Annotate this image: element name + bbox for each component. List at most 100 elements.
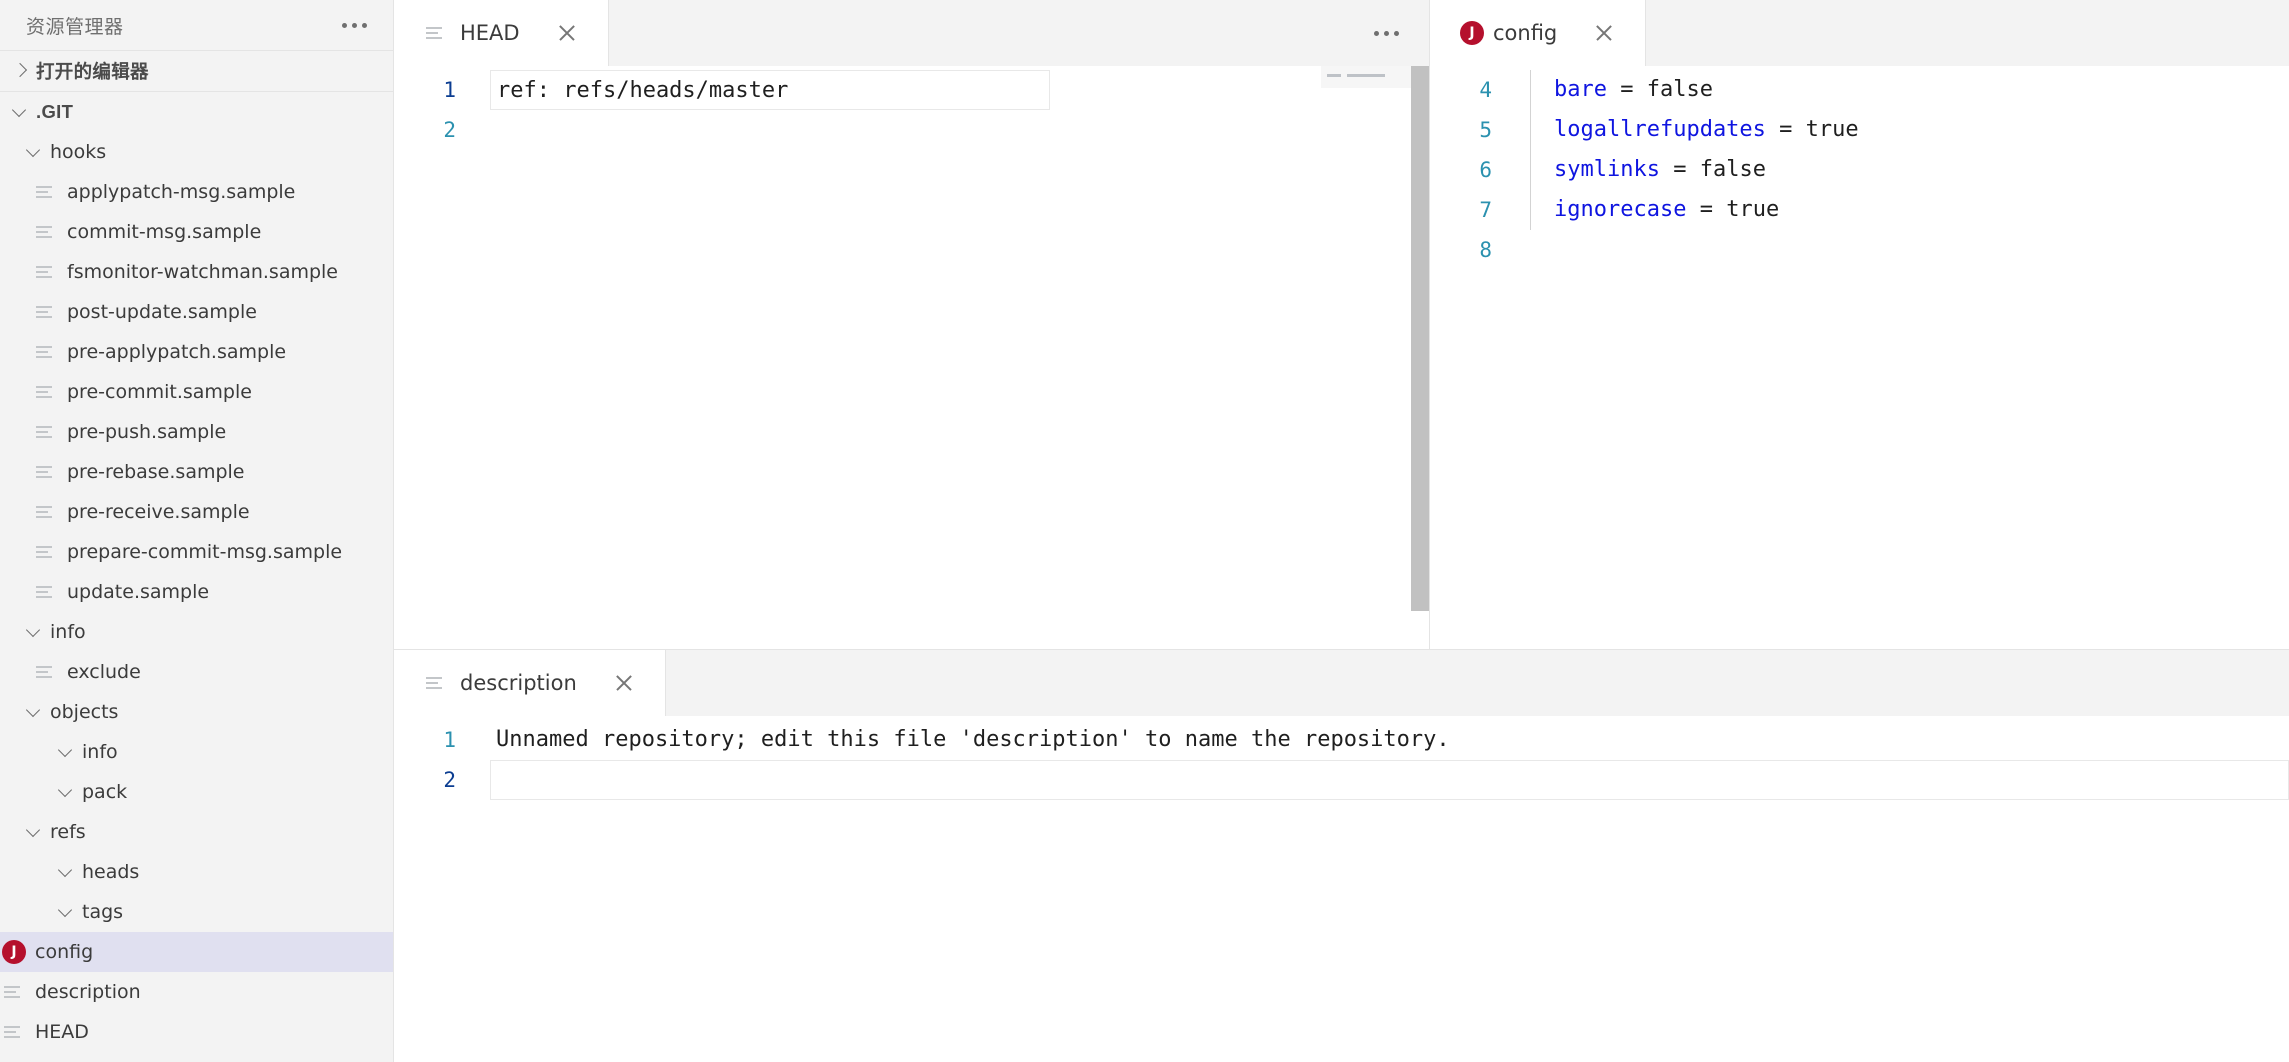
line-number: 2 — [443, 768, 456, 792]
chevron-right-icon — [8, 58, 34, 84]
code-line-text: bare = false — [1554, 70, 1713, 110]
file-lines-icon — [34, 220, 58, 244]
tree-file-row[interactable]: commit-msg.sample — [0, 212, 393, 252]
explorer-header: 资源管理器 — [0, 0, 393, 50]
sidebar-item-open-editors[interactable]: 打开的编辑器 — [0, 50, 393, 91]
file-lines-icon — [34, 660, 58, 684]
chevron-down-icon — [22, 819, 48, 845]
json-icon: J — [1460, 21, 1484, 45]
code-line: 6 symlinks = false — [1430, 150, 2289, 190]
file-lines-icon — [34, 500, 58, 524]
file-lines-icon — [424, 671, 448, 695]
sidebar-item-label: 打开的编辑器 — [36, 61, 149, 82]
tabbar-head: HEAD — [394, 0, 1429, 66]
config-equals: = — [1686, 197, 1727, 222]
sidebar-more-actions-icon[interactable] — [338, 17, 371, 34]
tab-head[interactable]: HEAD — [394, 0, 609, 66]
tree-folder-row[interactable]: hooks — [0, 132, 393, 172]
tree-file-row[interactable]: pre-commit.sample — [0, 372, 393, 412]
code-editor-description[interactable]: 1 Unnamed repository; edit this file 'des… — [394, 716, 2289, 1062]
tree-item-label: config — [35, 941, 94, 963]
editor-area: HEAD 1 ref: refs/heads/master 2 J config… — [394, 0, 2289, 1062]
sidebar-item-git-root[interactable]: .GIT — [0, 91, 393, 132]
editor-vertical-scrollbar[interactable] — [1411, 66, 1429, 649]
code-line-text: symlinks = false — [1554, 150, 1766, 190]
tree-file-row[interactable]: post-update.sample — [0, 292, 393, 332]
tree-file-row[interactable]: applypatch-msg.sample — [0, 172, 393, 212]
code-editor-config[interactable]: 4 bare = false 5 logallrefupdates = true 6 sy… — [1430, 66, 2289, 649]
json-icon: J — [2, 940, 26, 964]
chevron-down-icon — [22, 699, 48, 725]
vscode-window: 资源管理器 打开的编辑器 .GIT hooks applypatch-msg.sa… — [0, 0, 2289, 1062]
tree-item-label: pack — [82, 781, 128, 803]
file-lines-icon — [34, 460, 58, 484]
chevron-down-icon — [22, 619, 48, 645]
line-number: 4 — [1479, 78, 1492, 102]
config-key: symlinks — [1554, 157, 1660, 182]
close-icon[interactable] — [607, 666, 641, 700]
code-editor-head[interactable]: 1 ref: refs/heads/master 2 — [394, 66, 1429, 649]
tree-file-row[interactable]: update.sample — [0, 572, 393, 612]
file-lines-icon — [34, 420, 58, 444]
tree-file-row[interactable]: description — [0, 972, 393, 1012]
line-number: 7 — [1479, 198, 1492, 222]
tree-item-label: hooks — [50, 141, 107, 163]
tree-folder-row[interactable]: info — [0, 732, 393, 772]
tree-item-label: tags — [82, 901, 124, 923]
tree-folder-row[interactable]: tags — [0, 892, 393, 932]
tree-file-row[interactable]: pre-applypatch.sample — [0, 332, 393, 372]
tree-file-row[interactable]: prepare-commit-msg.sample — [0, 532, 393, 572]
config-value: true — [1726, 197, 1780, 222]
line-number: 5 — [1479, 118, 1492, 142]
tree-file-row[interactable]: pre-push.sample — [0, 412, 393, 452]
tree-item-label: HEAD — [35, 1021, 89, 1043]
close-icon[interactable] — [550, 16, 584, 50]
chevron-down-icon — [54, 859, 80, 885]
sidebar-item-label: .GIT — [36, 101, 74, 122]
tree-folder-row[interactable]: pack — [0, 772, 393, 812]
code-line: 5 logallrefupdates = true — [1430, 110, 2289, 150]
code-line: 2 — [394, 760, 2289, 800]
tree-item-label: update.sample — [67, 581, 210, 603]
code-line: 7 ignorecase = true — [1430, 190, 2289, 230]
tree-file-row[interactable]: exclude — [0, 652, 393, 692]
close-icon[interactable] — [1587, 16, 1621, 50]
tree-folder-row[interactable]: info — [0, 612, 393, 652]
code-line: 8 — [1430, 230, 2289, 270]
tree-item-label: applypatch-msg.sample — [67, 181, 296, 203]
tab-label: config — [1493, 21, 1558, 45]
tab-label: description — [460, 671, 577, 695]
tree-item-label: pre-commit.sample — [67, 381, 252, 403]
config-value: false — [1699, 157, 1766, 182]
editor-more-actions-icon[interactable] — [1370, 25, 1403, 42]
config-value: false — [1646, 77, 1713, 102]
editor-group-bottom: description 1 Unnamed repository; edit th… — [394, 649, 2289, 1062]
tree-folder-row[interactable]: objects — [0, 692, 393, 732]
file-lines-icon — [34, 180, 58, 204]
chevron-down-icon — [54, 899, 80, 925]
code-line: 1 Unnamed repository; edit this file 'des… — [394, 720, 2289, 760]
tree-folder-row[interactable]: heads — [0, 852, 393, 892]
tree-file-row[interactable]: pre-receive.sample — [0, 492, 393, 532]
code-line-text: ref: refs/heads/master — [490, 70, 1050, 110]
code-line: 1 ref: refs/heads/master — [394, 70, 1429, 110]
file-lines-icon — [2, 980, 26, 1004]
tabbar-description: description — [394, 650, 2289, 716]
editor-group-top: HEAD 1 ref: refs/heads/master 2 J config… — [394, 0, 2289, 649]
tree-item-label: pre-applypatch.sample — [67, 341, 287, 363]
tree-file-row[interactable]: Jconfig — [0, 932, 393, 972]
tree-item-label: refs — [50, 821, 86, 843]
tree-file-row[interactable]: fsmonitor-watchman.sample — [0, 252, 393, 292]
tree-file-row[interactable]: HEAD — [0, 1012, 393, 1052]
config-equals: = — [1765, 117, 1806, 142]
editor-pane-config: J config 4 bare = false 5 logallrefupdates … — [1430, 0, 2289, 649]
current-line-highlight — [490, 760, 2289, 800]
tree-item-label: exclude — [67, 661, 141, 683]
tree-file-row[interactable]: pre-rebase.sample — [0, 452, 393, 492]
tab-description[interactable]: description — [394, 650, 666, 716]
tree-folder-row[interactable]: refs — [0, 812, 393, 852]
tab-config[interactable]: J config — [1430, 0, 1647, 66]
tabbar-config: J config — [1430, 0, 2289, 66]
file-lines-icon — [34, 380, 58, 404]
config-value: true — [1805, 117, 1859, 142]
